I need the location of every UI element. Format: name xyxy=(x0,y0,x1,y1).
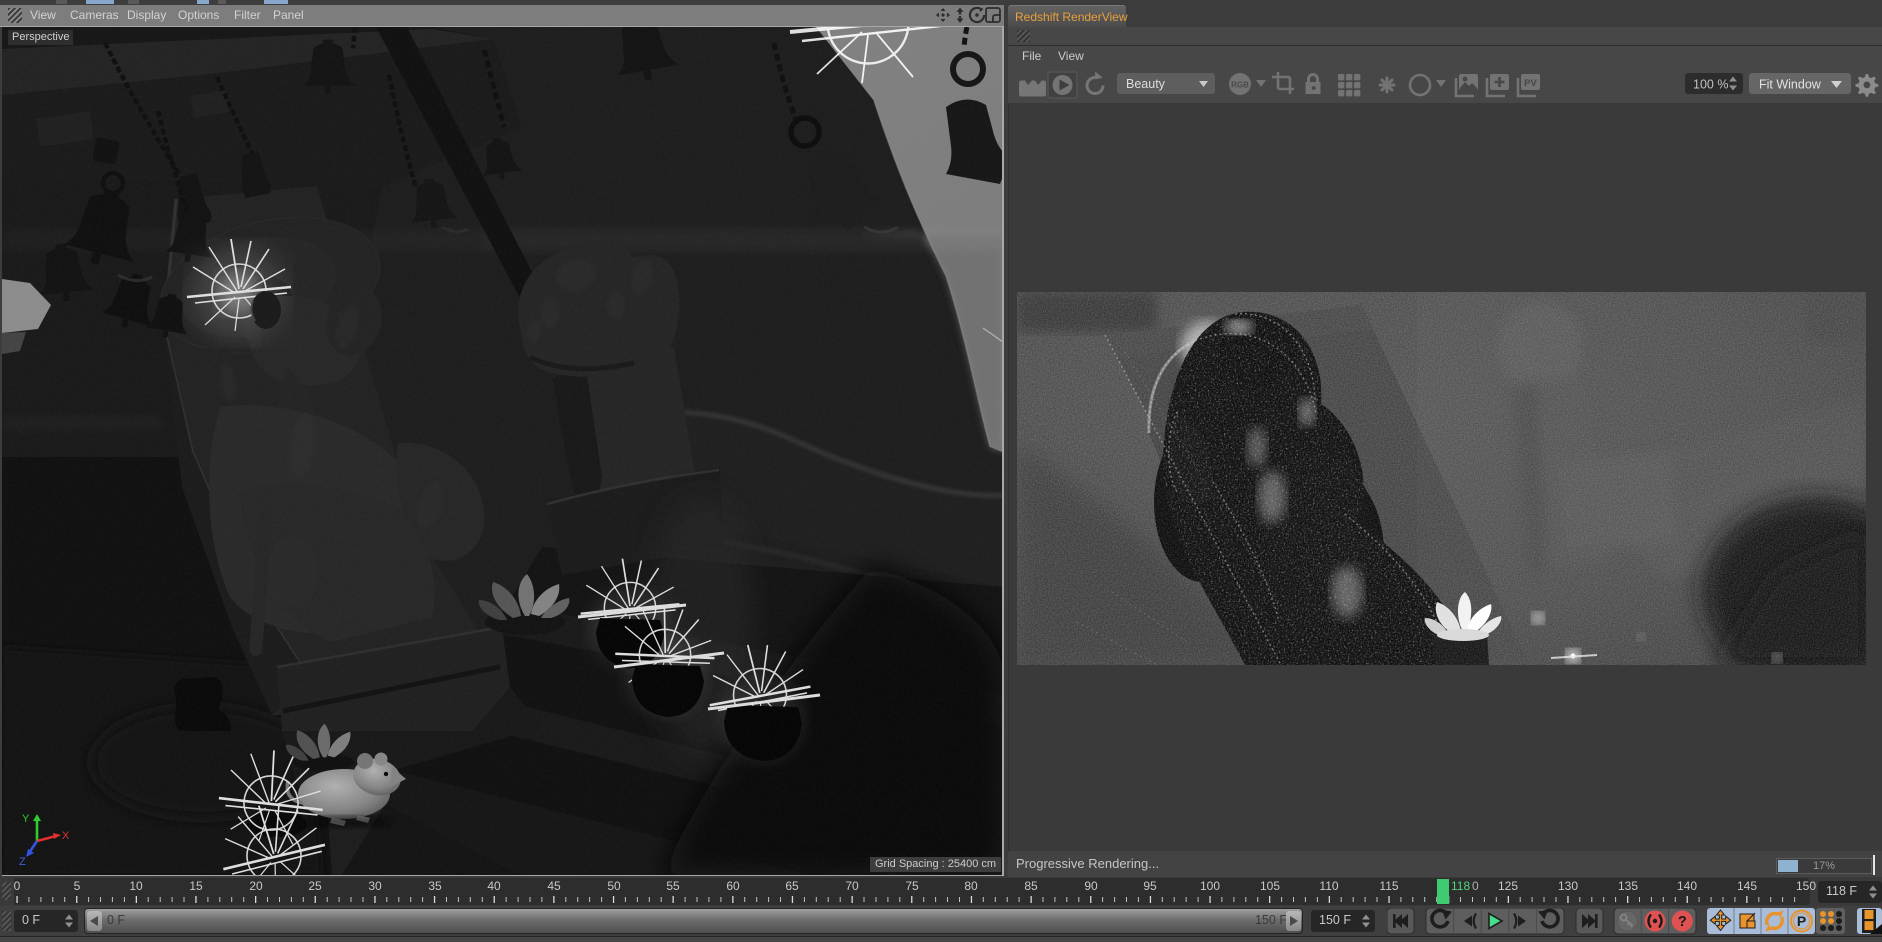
svg-text:0: 0 xyxy=(1472,879,1479,893)
svg-text:30: 30 xyxy=(368,879,382,893)
svg-text:90: 90 xyxy=(1084,879,1098,893)
svg-text:?: ? xyxy=(1678,914,1687,930)
svg-text:45: 45 xyxy=(547,879,561,893)
svg-text:X: X xyxy=(62,830,70,842)
svg-text:65: 65 xyxy=(785,879,799,893)
svg-text:125: 125 xyxy=(1498,879,1518,893)
svg-text:Y: Y xyxy=(22,813,30,825)
svg-text:75: 75 xyxy=(905,879,919,893)
svg-text:Beauty: Beauty xyxy=(1126,77,1166,91)
svg-text:70: 70 xyxy=(845,879,859,893)
svg-text:25: 25 xyxy=(308,879,322,893)
svg-text:PV: PV xyxy=(1524,78,1537,89)
svg-text:35: 35 xyxy=(428,879,442,893)
svg-text:5: 5 xyxy=(74,879,81,893)
svg-text:100 %: 100 % xyxy=(1693,78,1728,92)
svg-text:P: P xyxy=(1797,913,1806,929)
svg-text:95: 95 xyxy=(1143,879,1157,893)
svg-text:85: 85 xyxy=(1024,879,1038,893)
svg-text:140: 140 xyxy=(1677,879,1697,893)
svg-text:105: 105 xyxy=(1260,879,1280,893)
svg-text:135: 135 xyxy=(1618,879,1638,893)
svg-text:0: 0 xyxy=(14,879,21,893)
svg-text:115: 115 xyxy=(1379,879,1398,893)
svg-text:40: 40 xyxy=(487,879,501,893)
svg-text:20: 20 xyxy=(249,879,263,893)
svg-text:130: 130 xyxy=(1558,879,1578,893)
svg-text:60: 60 xyxy=(726,879,740,893)
svg-text:Z: Z xyxy=(19,856,26,868)
svg-text:118: 118 xyxy=(1451,879,1470,893)
svg-text:50: 50 xyxy=(607,879,621,893)
svg-text:RGB: RGB xyxy=(1231,81,1249,90)
svg-text:150: 150 xyxy=(1796,879,1816,893)
svg-text:Fit Window: Fit Window xyxy=(1759,78,1822,92)
svg-text:100: 100 xyxy=(1200,879,1220,893)
svg-text:15: 15 xyxy=(189,879,203,893)
svg-text:80: 80 xyxy=(964,879,978,893)
svg-text:55: 55 xyxy=(666,879,680,893)
svg-text:110: 110 xyxy=(1319,879,1338,893)
svg-text:10: 10 xyxy=(129,879,143,893)
svg-text:145: 145 xyxy=(1737,879,1757,893)
